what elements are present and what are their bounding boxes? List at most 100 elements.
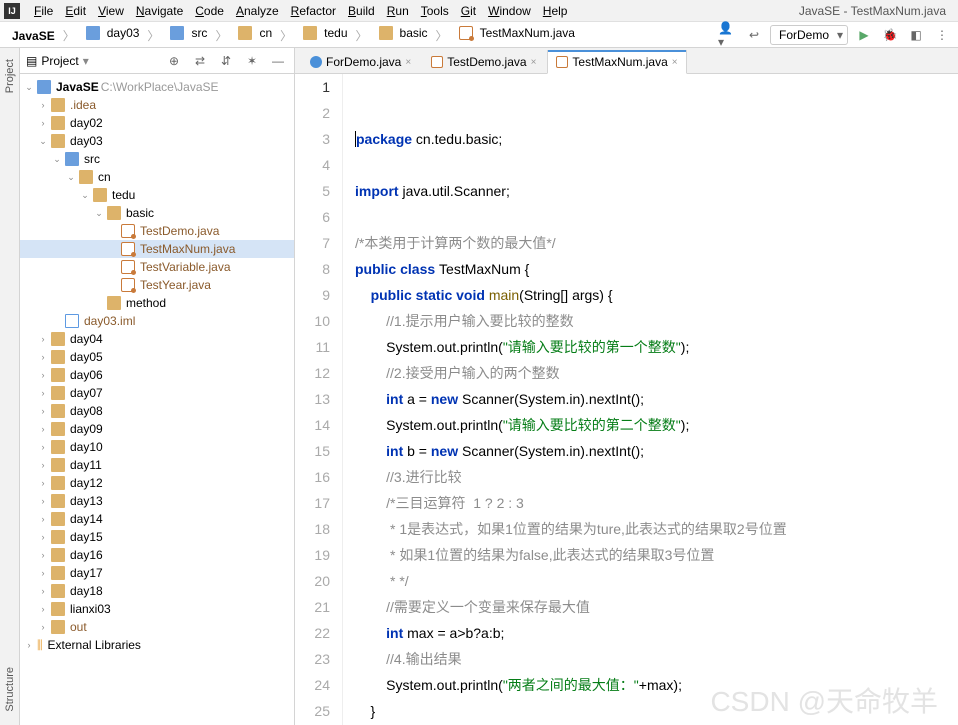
tree-toggle-icon[interactable]: › [38,370,48,380]
menu-git[interactable]: Git [455,4,482,18]
tree-row[interactable]: ›day10 [20,438,294,456]
tree-toggle-icon[interactable]: ⌄ [80,190,90,201]
code-editor[interactable]: 1234567891011121314151617181920212223242… [295,74,958,725]
tree-row[interactable]: ⌄JavaSE C:\WorkPlace\JavaSE [20,78,294,96]
tree-toggle-icon[interactable]: ⌄ [52,154,62,165]
breadcrumb[interactable]: JavaSE [6,27,61,45]
menu-window[interactable]: Window [482,4,537,18]
code-line[interactable]: int b = new Scanner(System.in).nextInt()… [355,438,958,464]
code-line[interactable]: * */ [355,568,958,594]
tree-toggle-icon[interactable]: › [38,388,48,398]
tree-toggle-icon[interactable]: › [38,604,48,614]
tree-row[interactable]: ›.idea [20,96,294,114]
tree-row[interactable]: ›day12 [20,474,294,492]
code-line[interactable]: //3.进行比较 [355,464,958,490]
back-icon[interactable]: ↩ [744,25,764,45]
tree-row[interactable]: ›day17 [20,564,294,582]
tree-row[interactable]: ›day02 [20,114,294,132]
tree-row[interactable]: ›day11 [20,456,294,474]
tree-row[interactable]: TestVariable.java [20,258,294,276]
code-line[interactable]: public static void main(String[] args) { [355,282,958,308]
menu-view[interactable]: View [92,4,130,18]
tree-toggle-icon[interactable]: › [38,514,48,524]
collapse-icon[interactable]: ⇵ [216,51,236,71]
breadcrumb[interactable]: day03 [77,24,146,42]
run-config-combo[interactable]: ForDemo [770,25,848,45]
tree-row[interactable]: ⌄day03 [20,132,294,150]
tree-row[interactable]: day03.iml [20,312,294,330]
tree-row[interactable]: ›day18 [20,582,294,600]
tree-toggle-icon[interactable]: › [38,622,48,632]
tree-row[interactable]: ›⫼External Libraries [20,636,294,654]
code-line[interactable]: /*本类用于计算两个数的最大值*/ [355,230,958,256]
expand-icon[interactable]: ⇄ [190,51,210,71]
code-line[interactable]: System.out.println("两者之间的最大值："+max); [355,672,958,698]
tree-toggle-icon[interactable]: › [38,586,48,596]
tree-toggle-icon[interactable]: › [38,118,48,128]
settings-icon[interactable]: ✶ [242,51,262,71]
breadcrumb[interactable]: TestMaxNum.java [450,24,581,42]
tree-toggle-icon[interactable]: › [38,496,48,506]
editor-tab[interactable]: TestMaxNum.java× [547,50,686,74]
tree-toggle-icon[interactable]: › [38,424,48,434]
menu-refactor[interactable]: Refactor [285,4,342,18]
breadcrumb[interactable]: tedu [294,24,353,42]
menu-build[interactable]: Build [342,4,381,18]
coverage-button[interactable]: ◧ [906,25,926,45]
tree-row[interactable]: ›day08 [20,402,294,420]
code-line[interactable] [355,204,958,230]
tree-row[interactable]: TestYear.java [20,276,294,294]
menu-code[interactable]: Code [189,4,230,18]
editor-tab[interactable]: TestDemo.java× [422,50,545,73]
close-icon[interactable]: × [405,57,411,68]
tree-row[interactable]: ⌄cn [20,168,294,186]
tree-toggle-icon[interactable]: › [38,550,48,560]
tree-toggle-icon[interactable]: › [38,406,48,416]
menu-navigate[interactable]: Navigate [130,4,189,18]
tree-toggle-icon[interactable]: › [38,100,48,110]
menu-analyze[interactable]: Analyze [230,4,285,18]
menu-tools[interactable]: Tools [415,4,455,18]
tree-row[interactable]: ›day13 [20,492,294,510]
project-tree[interactable]: ⌄JavaSE C:\WorkPlace\JavaSE›.idea›day02⌄… [20,74,294,725]
breadcrumb[interactable]: basic [370,24,434,42]
code-line[interactable]: import java.util.Scanner; [355,178,958,204]
tree-toggle-icon[interactable]: ⌄ [66,172,76,183]
tree-toggle-icon[interactable]: › [38,460,48,470]
code-line[interactable]: public class TestMaxNum { [355,256,958,282]
tree-toggle-icon[interactable]: ⌄ [38,136,48,147]
tree-row[interactable]: ›day07 [20,384,294,402]
code-line[interactable]: * 1是表达式，如果1位置的结果为ture,此表达式的结果取2号位置 [355,516,958,542]
project-tool-tab[interactable]: Project [1,52,19,100]
code-line[interactable]: System.out.println("请输入要比较的第二个整数"); [355,412,958,438]
select-opened-icon[interactable]: ⊕ [164,51,184,71]
code-line[interactable]: System.out.println("请输入要比较的第一个整数"); [355,334,958,360]
tree-row[interactable]: ›out [20,618,294,636]
tree-row[interactable]: ›day09 [20,420,294,438]
tree-row[interactable]: ›day14 [20,510,294,528]
dropdown-icon[interactable]: ▾ [83,54,89,68]
code-line[interactable]: package cn.tedu.basic; [355,126,958,152]
debug-button[interactable]: 🐞 [880,25,900,45]
tree-row[interactable]: ⌄src [20,150,294,168]
tree-row[interactable]: method [20,294,294,312]
menu-edit[interactable]: Edit [59,4,92,18]
structure-tool-tab[interactable]: Structure [1,660,19,719]
code-line[interactable]: int a = new Scanner(System.in).nextInt()… [355,386,958,412]
tree-row[interactable]: ⌄tedu [20,186,294,204]
tree-row[interactable]: ›day06 [20,366,294,384]
tree-toggle-icon[interactable]: › [38,352,48,362]
more-icon[interactable]: ⋮ [932,25,952,45]
code-line[interactable]: //4.输出结果 [355,646,958,672]
close-icon[interactable]: × [672,57,678,68]
menu-file[interactable]: File [28,4,59,18]
code-line[interactable]: //2.接受用户输入的两个整数 [355,360,958,386]
menu-run[interactable]: Run [381,4,415,18]
tree-row[interactable]: ›day16 [20,546,294,564]
code-line[interactable]: * 如果1位置的结果为false,此表达式的结果取3号位置 [355,542,958,568]
code-line[interactable]: } [355,698,958,724]
tree-toggle-icon[interactable]: › [38,334,48,344]
tree-row[interactable]: TestMaxNum.java [20,240,294,258]
tree-toggle-icon[interactable]: › [38,478,48,488]
tree-toggle-icon[interactable]: ⌄ [94,208,104,219]
